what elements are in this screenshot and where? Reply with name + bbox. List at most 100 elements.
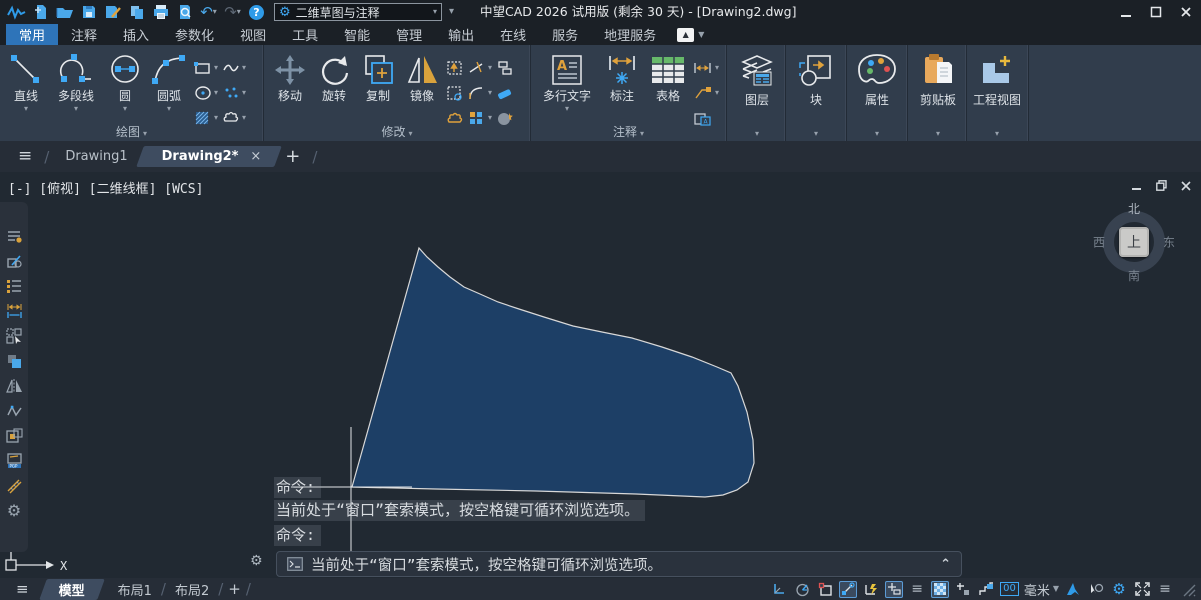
dynamic-ucs-toggle[interactable] xyxy=(862,581,880,598)
rotate-button[interactable]: 旋转 xyxy=(312,49,356,103)
scale-button[interactable] xyxy=(444,80,466,105)
copy-tool-button[interactable]: 复制 xyxy=(356,49,400,103)
properties-caret-icon[interactable]: ▾ xyxy=(875,130,879,138)
engineering-view-button[interactable]: 工程视图 ▾ xyxy=(967,45,1027,108)
align-button[interactable] xyxy=(494,55,516,80)
transparency-toggle[interactable] xyxy=(931,581,949,598)
point-button[interactable]: ▾ xyxy=(220,80,248,105)
ribbon-tab-manage[interactable]: 管理 xyxy=(383,24,435,45)
workspace-split-icon[interactable]: ▾ xyxy=(449,7,454,17)
measure-icon[interactable] xyxy=(6,478,23,494)
line-caret-icon[interactable]: ▾ xyxy=(24,105,28,113)
ribbon-tab-online[interactable]: 在线 xyxy=(487,24,539,45)
fillet-button[interactable]: ▾ xyxy=(466,80,494,105)
doc-restore-button[interactable] xyxy=(1156,180,1167,191)
save-icon[interactable] xyxy=(78,2,99,22)
polar-tracking-toggle[interactable] xyxy=(793,581,811,598)
ribbon-tab-parametric[interactable]: 参数化 xyxy=(162,24,227,45)
ribbon-tab-tools[interactable]: 工具 xyxy=(279,24,331,45)
mtext-caret-icon[interactable]: ▾ xyxy=(565,105,569,113)
compass-top-face[interactable]: 上 xyxy=(1119,227,1149,257)
units-dropdown[interactable]: 毫米▼ xyxy=(1024,580,1059,599)
panel-modify-label[interactable]: 修改▾ xyxy=(264,123,530,140)
polyline-edit-icon[interactable] xyxy=(6,403,23,419)
mtext-button[interactable]: A 多行文字 ▾ xyxy=(535,49,599,113)
engineering-view-caret-icon[interactable]: ▾ xyxy=(995,130,999,138)
erase-button[interactable] xyxy=(494,80,516,105)
copy-tool-rail-icon[interactable] xyxy=(6,353,23,369)
dimension-button[interactable]: 标注 xyxy=(599,49,645,103)
pgp-edit-icon[interactable]: PGP xyxy=(6,453,23,469)
polyline-caret-icon[interactable]: ▾ xyxy=(74,105,78,113)
model-tab[interactable]: 模型 xyxy=(43,579,101,600)
command-prompt-text[interactable]: 当前处于“窗口”套索模式，按空格键可循环浏览选项。 xyxy=(311,554,932,575)
layers-caret-icon[interactable]: ▾ xyxy=(755,130,759,138)
open-folder-icon[interactable] xyxy=(54,2,75,22)
panel-annotate-label[interactable]: 注释▾ xyxy=(531,123,726,140)
viewport-controls[interactable]: [-] [俯视] [二维线框] [WCS] xyxy=(8,178,203,197)
minimize-button[interactable] xyxy=(1119,5,1133,19)
compass-east[interactable]: 东 xyxy=(1163,234,1175,251)
new-drawing-button[interactable]: + xyxy=(279,146,306,167)
arc-button[interactable]: 圆弧 ▾ xyxy=(146,49,192,113)
ribbon-tab-smart[interactable]: 智能 xyxy=(331,24,383,45)
stretch-button[interactable] xyxy=(444,55,466,80)
move-button[interactable]: 移动 xyxy=(268,49,312,103)
numbered-list-icon[interactable] xyxy=(6,278,23,294)
smart-assistant-icon[interactable] xyxy=(1064,581,1082,598)
ribbon-tab-insert[interactable]: 插入 xyxy=(110,24,162,45)
circle-button[interactable]: 圆 ▾ xyxy=(104,49,146,113)
tab-drawing2[interactable]: Drawing2* × xyxy=(146,145,272,168)
status-options-menu-icon[interactable]: ≡ xyxy=(1156,581,1174,598)
rectangle-button[interactable]: ▾ xyxy=(192,55,220,80)
status-menu-icon[interactable]: ≡ xyxy=(10,582,35,597)
table-button[interactable]: 表格 xyxy=(645,49,691,103)
workflow-icon[interactable] xyxy=(977,581,995,598)
grid-toggle[interactable] xyxy=(770,581,788,598)
command-settings-gear-icon[interactable]: ⚙ xyxy=(250,554,263,568)
fullscreen-toggle[interactable] xyxy=(1133,581,1151,598)
drawn-shape[interactable] xyxy=(352,248,754,497)
print-icon[interactable] xyxy=(150,2,171,22)
settings-gear-icon[interactable]: ⚙ xyxy=(1110,581,1128,598)
snap-tracking-toggle[interactable] xyxy=(885,581,903,598)
compass-west[interactable]: 西 xyxy=(1093,234,1105,251)
layer-manager-icon[interactable] xyxy=(6,228,23,244)
app-logo-icon[interactable] xyxy=(6,2,27,22)
selection-cycling-toggle[interactable] xyxy=(1087,581,1105,598)
spline-button[interactable]: ▾ xyxy=(220,55,248,80)
save-as-icon[interactable] xyxy=(102,2,123,22)
help-icon[interactable]: ? xyxy=(246,2,267,22)
add-layout-button[interactable]: + xyxy=(223,580,246,598)
redo-icon[interactable]: ↷▾ xyxy=(222,2,243,22)
block-button[interactable]: 块 ▾ xyxy=(786,45,846,108)
add-selected-toggle[interactable] xyxy=(954,581,972,598)
view-compass[interactable]: 北 南 西 东 上 xyxy=(1095,203,1173,281)
close-button[interactable] xyxy=(1179,5,1193,19)
ribbon-options-caret-icon[interactable]: ▼ xyxy=(698,31,704,39)
compass-north[interactable]: 北 xyxy=(1128,200,1140,217)
annotation-monitor-toggle[interactable] xyxy=(816,581,834,598)
settings-gear-rail-icon[interactable]: ⚙ xyxy=(7,503,21,519)
ribbon-tab-annotate[interactable]: 注释 xyxy=(58,24,110,45)
viewport-tool-icon[interactable] xyxy=(6,428,23,444)
arc-caret-icon[interactable]: ▾ xyxy=(167,105,171,113)
layout2-tab[interactable]: 布局2 xyxy=(166,580,218,599)
workspace-selector[interactable]: ⚙ 二维草图与注释 ▾ xyxy=(274,3,442,21)
circle-caret-icon[interactable]: ▾ xyxy=(123,105,127,113)
properties-button[interactable]: 属性 ▾ xyxy=(847,45,907,108)
dimension-style-icon[interactable] xyxy=(6,303,23,319)
tab-close-icon[interactable]: × xyxy=(250,149,261,164)
undo-icon[interactable]: ↶▾ xyxy=(198,2,219,22)
linear-dimension-button[interactable]: ▾ xyxy=(691,55,721,80)
layout1-tab[interactable]: 布局1 xyxy=(109,580,161,599)
ribbon-collapse-button[interactable]: ▲ xyxy=(677,28,694,42)
layers-button[interactable]: 图层 ▾ xyxy=(727,45,787,108)
object-snap-toggle[interactable] xyxy=(839,581,857,598)
quick-select-icon[interactable] xyxy=(6,328,23,344)
leader-button[interactable]: ▾ xyxy=(691,80,721,105)
ellipse-button[interactable]: ▾ xyxy=(192,80,220,105)
clipboard-caret-icon[interactable]: ▾ xyxy=(936,130,940,138)
panel-draw-label[interactable]: 绘图▾ xyxy=(0,123,263,140)
polyline-button[interactable]: 多段线 ▾ xyxy=(48,49,104,113)
